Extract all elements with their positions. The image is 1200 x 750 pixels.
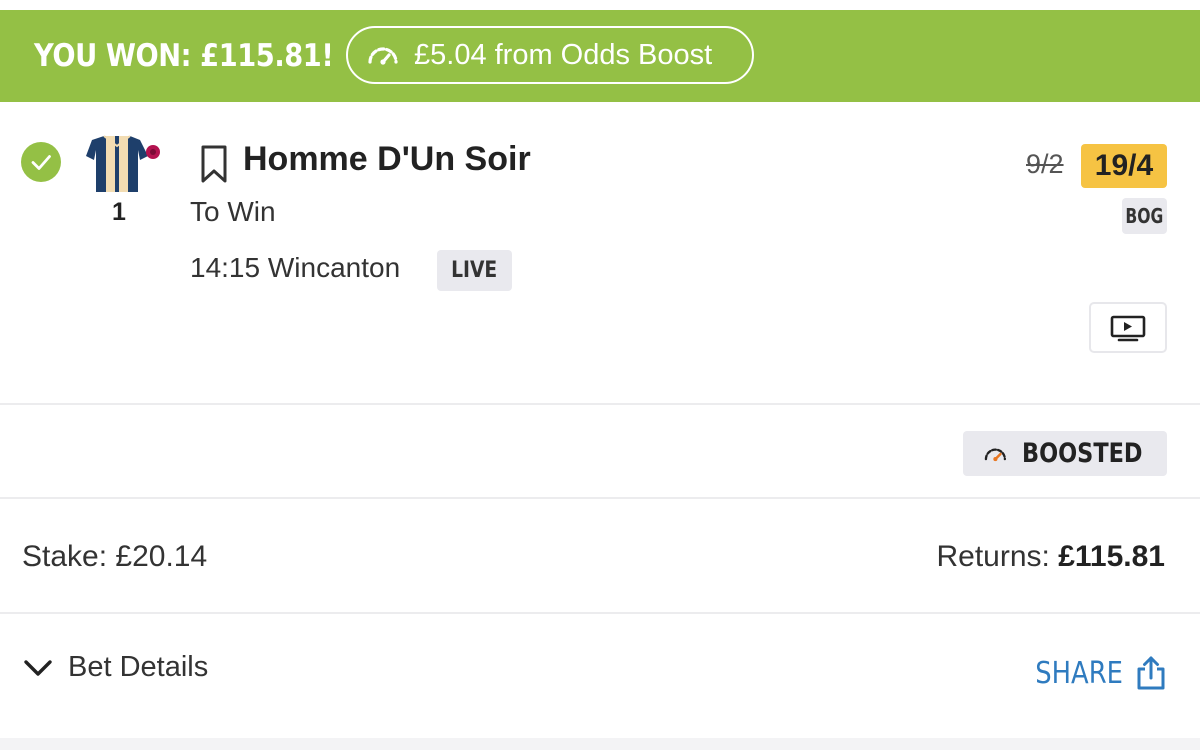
odds-boost-pill: £5.04 from Odds Boost xyxy=(346,26,754,84)
jockey-silks-icon xyxy=(86,135,160,192)
check-circle-icon xyxy=(21,142,61,182)
stake-label: Stake: xyxy=(22,540,108,573)
boosted-label: BOOSTED xyxy=(1021,438,1143,469)
live-label: LIVE xyxy=(451,258,498,283)
bet-details-toggle[interactable]: Bet Details xyxy=(22,651,208,684)
play-video-icon xyxy=(1110,315,1146,341)
chevron-down-icon xyxy=(24,659,52,676)
win-banner: YOU WON: £115.81! £5.04 from Odds Boost xyxy=(0,10,1200,102)
live-badge: LIVE xyxy=(437,250,512,291)
share-icon xyxy=(1137,656,1165,690)
top-strip xyxy=(0,0,1200,10)
bookmark-icon[interactable] xyxy=(198,144,230,184)
stake-text: Stake: £20.14 xyxy=(22,540,207,574)
boosted-odds: 19/4 xyxy=(1081,144,1167,188)
speedometer-icon xyxy=(984,447,1007,461)
bet-details-label: Bet Details xyxy=(68,651,209,683)
divider xyxy=(0,497,1200,499)
watch-race-button[interactable] xyxy=(1089,302,1167,353)
market-name: To Win xyxy=(190,196,276,227)
runner-number: 1 xyxy=(112,198,126,226)
bog-badge: BOG xyxy=(1122,198,1167,234)
odds-boost-amount: £5.04 from Odds Boost xyxy=(414,38,713,71)
stake-value: £20.14 xyxy=(115,540,208,573)
share-button[interactable]: SHARE xyxy=(1021,655,1167,691)
won-amount-text: YOU WON: £115.81! xyxy=(34,38,334,74)
runner-name: Homme D'Un Soir xyxy=(243,140,531,178)
bog-label: BOG xyxy=(1125,204,1164,228)
boosted-badge: BOOSTED xyxy=(963,431,1167,476)
original-odds: 9/2 xyxy=(1026,149,1064,179)
returns-label: Returns: xyxy=(936,540,1050,573)
bet-card: 1 Homme D'Un Soir To Win 14:15 Wincanton… xyxy=(0,102,1200,738)
share-label: SHARE xyxy=(1035,655,1123,691)
speedometer-icon xyxy=(368,47,398,65)
returns-value: £115.81 xyxy=(1058,540,1165,573)
race-time-course: 14:15 Wincanton xyxy=(190,252,401,283)
returns-text: Returns: £115.81 xyxy=(936,540,1165,574)
divider xyxy=(0,612,1200,614)
divider xyxy=(0,403,1200,405)
